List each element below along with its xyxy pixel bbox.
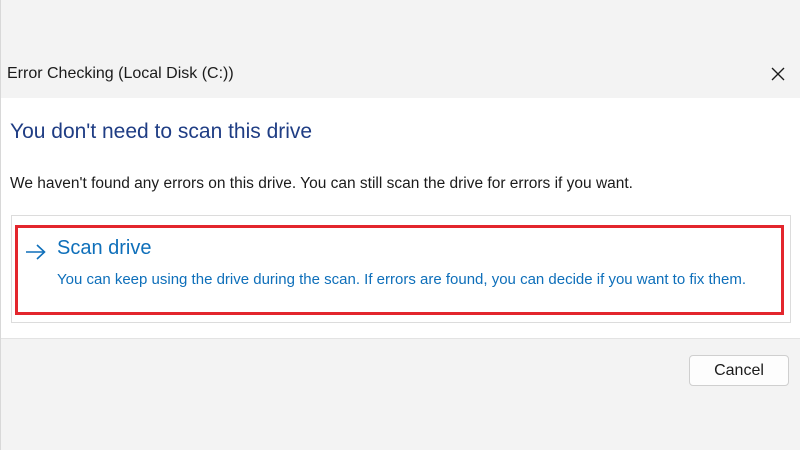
- close-icon: [771, 67, 785, 81]
- option-container: Scan drive You can keep using the drive …: [11, 215, 791, 323]
- dialog-content: You don't need to scan this drive We hav…: [1, 98, 800, 338]
- scan-drive-option[interactable]: Scan drive You can keep using the drive …: [15, 225, 784, 315]
- window-title: Error Checking (Local Disk (C:)): [7, 65, 234, 82]
- scan-drive-title: Scan drive: [57, 237, 152, 259]
- dialog-footer: Cancel: [1, 338, 800, 450]
- close-button[interactable]: [763, 59, 793, 89]
- title-bar: Error Checking (Local Disk (C:)): [1, 50, 800, 98]
- arrow-right-icon: [26, 244, 46, 260]
- dialog-heading: You don't need to scan this drive: [10, 120, 313, 143]
- error-checking-dialog: Error Checking (Local Disk (C:)) You don…: [0, 0, 800, 450]
- dialog-message: We haven't found any errors on this driv…: [10, 175, 633, 192]
- cancel-button[interactable]: Cancel: [689, 355, 789, 386]
- scan-drive-description: You can keep using the drive during the …: [57, 271, 747, 288]
